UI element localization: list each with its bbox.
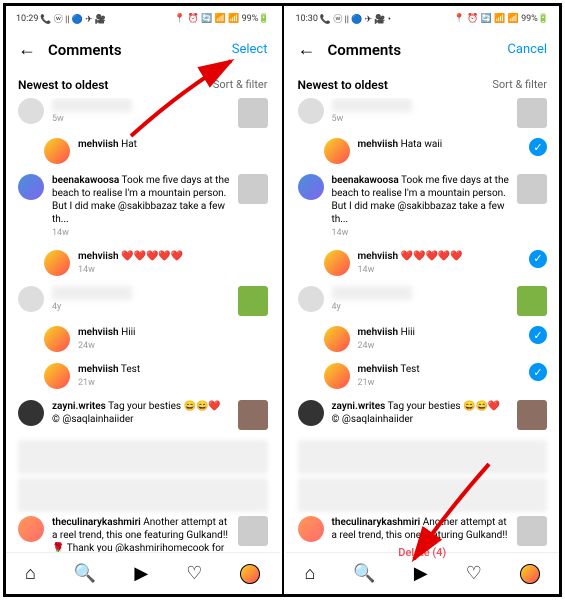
blurred-row [298,440,548,474]
blurred-row [18,478,268,512]
comment-row[interactable]: mehviish ❤️❤️❤️❤️❤️14w ✓ [324,250,548,277]
comments-header: ← Comments Cancel [286,31,560,68]
avatar[interactable] [18,98,44,124]
avatar[interactable] [298,174,324,200]
status-bar: 10:29 📞 ⓦ || 🔵 ✈ 🎥 📍 ⏰ 🔄 📶 📶 99%🔋 [6,6,280,31]
avatar[interactable] [298,286,324,312]
sort-label[interactable]: Newest to oldest [18,78,108,92]
sort-label[interactable]: Newest to oldest [298,78,388,92]
avatar[interactable] [298,98,324,124]
comments-list: 5w mehviish Hat beenakawoosa Took me fiv… [6,98,280,552]
comments-list: 5w mehviish Hata waii ✓ beenakawoosa Too… [286,98,560,552]
post-thumb[interactable] [238,286,268,316]
right-screen: 10:30 📞 ⓦ || 🔵 ✈ 🎥 • 📍 ⏰ 🔄 📶 📶 99%🔋 ← Co… [286,6,560,594]
avatar[interactable] [18,400,44,426]
post-thumb[interactable] [517,400,547,430]
comment-row[interactable]: 4y [298,286,548,316]
comment-row[interactable]: zayni.writes Tag your besties 😄😄❤️ © @sa… [298,400,548,430]
avatar[interactable] [44,250,70,276]
checkbox-selected[interactable]: ✓ [529,250,547,268]
comment-row[interactable]: mehviish Hata waii ✓ [324,138,548,164]
comment-row[interactable]: 4y [18,286,268,316]
avatar[interactable] [44,326,70,352]
post-thumb[interactable] [238,98,268,128]
blurred-text [332,286,412,300]
avatar[interactable] [18,174,44,200]
comment-row[interactable]: mehviish Hat [44,138,268,164]
avatar[interactable] [324,363,350,389]
avatar[interactable] [298,400,324,426]
page-title: Comments [328,41,496,59]
comment-row[interactable]: beenakawoosa Took me five days at the be… [298,174,548,240]
post-thumb[interactable] [238,516,268,546]
avatar[interactable] [18,286,44,312]
back-icon[interactable]: ← [18,39,36,60]
comment-row[interactable]: theculinarykashmiri Another attempt at a… [298,516,548,546]
comment-row[interactable]: beenakawoosa Took me five days at the be… [18,174,268,240]
status-icons-right: 📍 ⏰ 🔄 📶 📶 99%🔋 [454,14,549,24]
left-screen: 10:29 📞 ⓦ || 🔵 ✈ 🎥 📍 ⏰ 🔄 📶 📶 99%🔋 ← Comm… [6,6,280,594]
status-icons: 📞 ⓦ || 🔵 ✈ 🎥 • [320,12,391,25]
avatar[interactable] [298,516,324,542]
home-icon[interactable]: ⌂ [305,563,316,584]
avatar[interactable] [18,516,44,542]
status-icons: 📞 ⓦ || 🔵 ✈ 🎥 [40,12,106,25]
avatar[interactable] [44,363,70,389]
blurred-text [52,98,132,112]
avatar[interactable] [324,138,350,164]
sort-row: Newest to oldest Sort & filter [286,68,560,98]
blurred-text [332,98,412,112]
comment-row[interactable]: 5w [298,98,548,128]
sort-filter-button[interactable]: Sort & filter [213,78,268,92]
reels-icon[interactable]: ▶ [134,563,148,584]
post-thumb[interactable] [238,174,268,204]
comments-header: ← Comments Select [6,31,280,68]
blurred-row [18,440,268,474]
status-icons-right: 📍 ⏰ 🔄 📶 📶 99%🔋 [174,14,269,24]
back-icon[interactable]: ← [298,39,316,60]
heart-icon[interactable]: ♡ [466,563,482,584]
cancel-button[interactable]: Cancel [507,42,547,57]
delete-button[interactable]: Delete (4) [398,546,446,559]
status-time: 10:29 [16,14,38,24]
blurred-row [298,478,548,512]
status-time: 10:30 [296,14,318,24]
post-thumb[interactable] [517,98,547,128]
sort-filter-button[interactable]: Sort & filter [492,78,547,92]
comment-row[interactable]: 5w [18,98,268,128]
screen-divider [282,6,284,594]
comment-row[interactable]: zayni.writes Tag your besties 😄😄❤️ © @sa… [18,400,268,430]
profile-nav-icon[interactable] [240,564,260,584]
comment-row[interactable]: mehviish Test21w ✓ [324,363,548,390]
heart-icon[interactable]: ♡ [186,563,202,584]
sort-row: Newest to oldest Sort & filter [6,68,280,98]
post-thumb[interactable] [517,516,547,546]
home-icon[interactable]: ⌂ [25,563,36,584]
checkbox-selected[interactable]: ✓ [529,326,547,344]
checkbox-selected[interactable]: ✓ [529,363,547,381]
comment-row[interactable]: theculinarykashmiri Another attempt at a… [18,516,268,552]
search-icon[interactable]: 🔍 [74,563,96,584]
avatar[interactable] [44,138,70,164]
avatar[interactable] [324,326,350,352]
bottom-nav: ⌂ 🔍 ▶ ♡ [6,552,280,594]
comment-row[interactable]: mehviish Test21w [44,363,268,390]
checkbox-selected[interactable]: ✓ [529,138,547,156]
status-bar: 10:30 📞 ⓦ || 🔵 ✈ 🎥 • 📍 ⏰ 🔄 📶 📶 99%🔋 [286,6,560,31]
post-thumb[interactable] [517,174,547,204]
page-title: Comments [48,41,220,59]
reels-icon[interactable]: ▶ [414,563,428,584]
comment-row[interactable]: mehviish Hiii24w [44,326,268,353]
blurred-text [52,286,132,300]
search-icon[interactable]: 🔍 [353,563,375,584]
post-thumb[interactable] [517,286,547,316]
post-thumb[interactable] [238,400,268,430]
profile-nav-icon[interactable] [520,564,540,584]
comment-row[interactable]: mehviish ❤️❤️❤️❤️❤️14w [44,250,268,277]
select-button[interactable]: Select [232,42,268,57]
comment-row[interactable]: mehviish Hiii24w ✓ [324,326,548,353]
avatar[interactable] [324,250,350,276]
